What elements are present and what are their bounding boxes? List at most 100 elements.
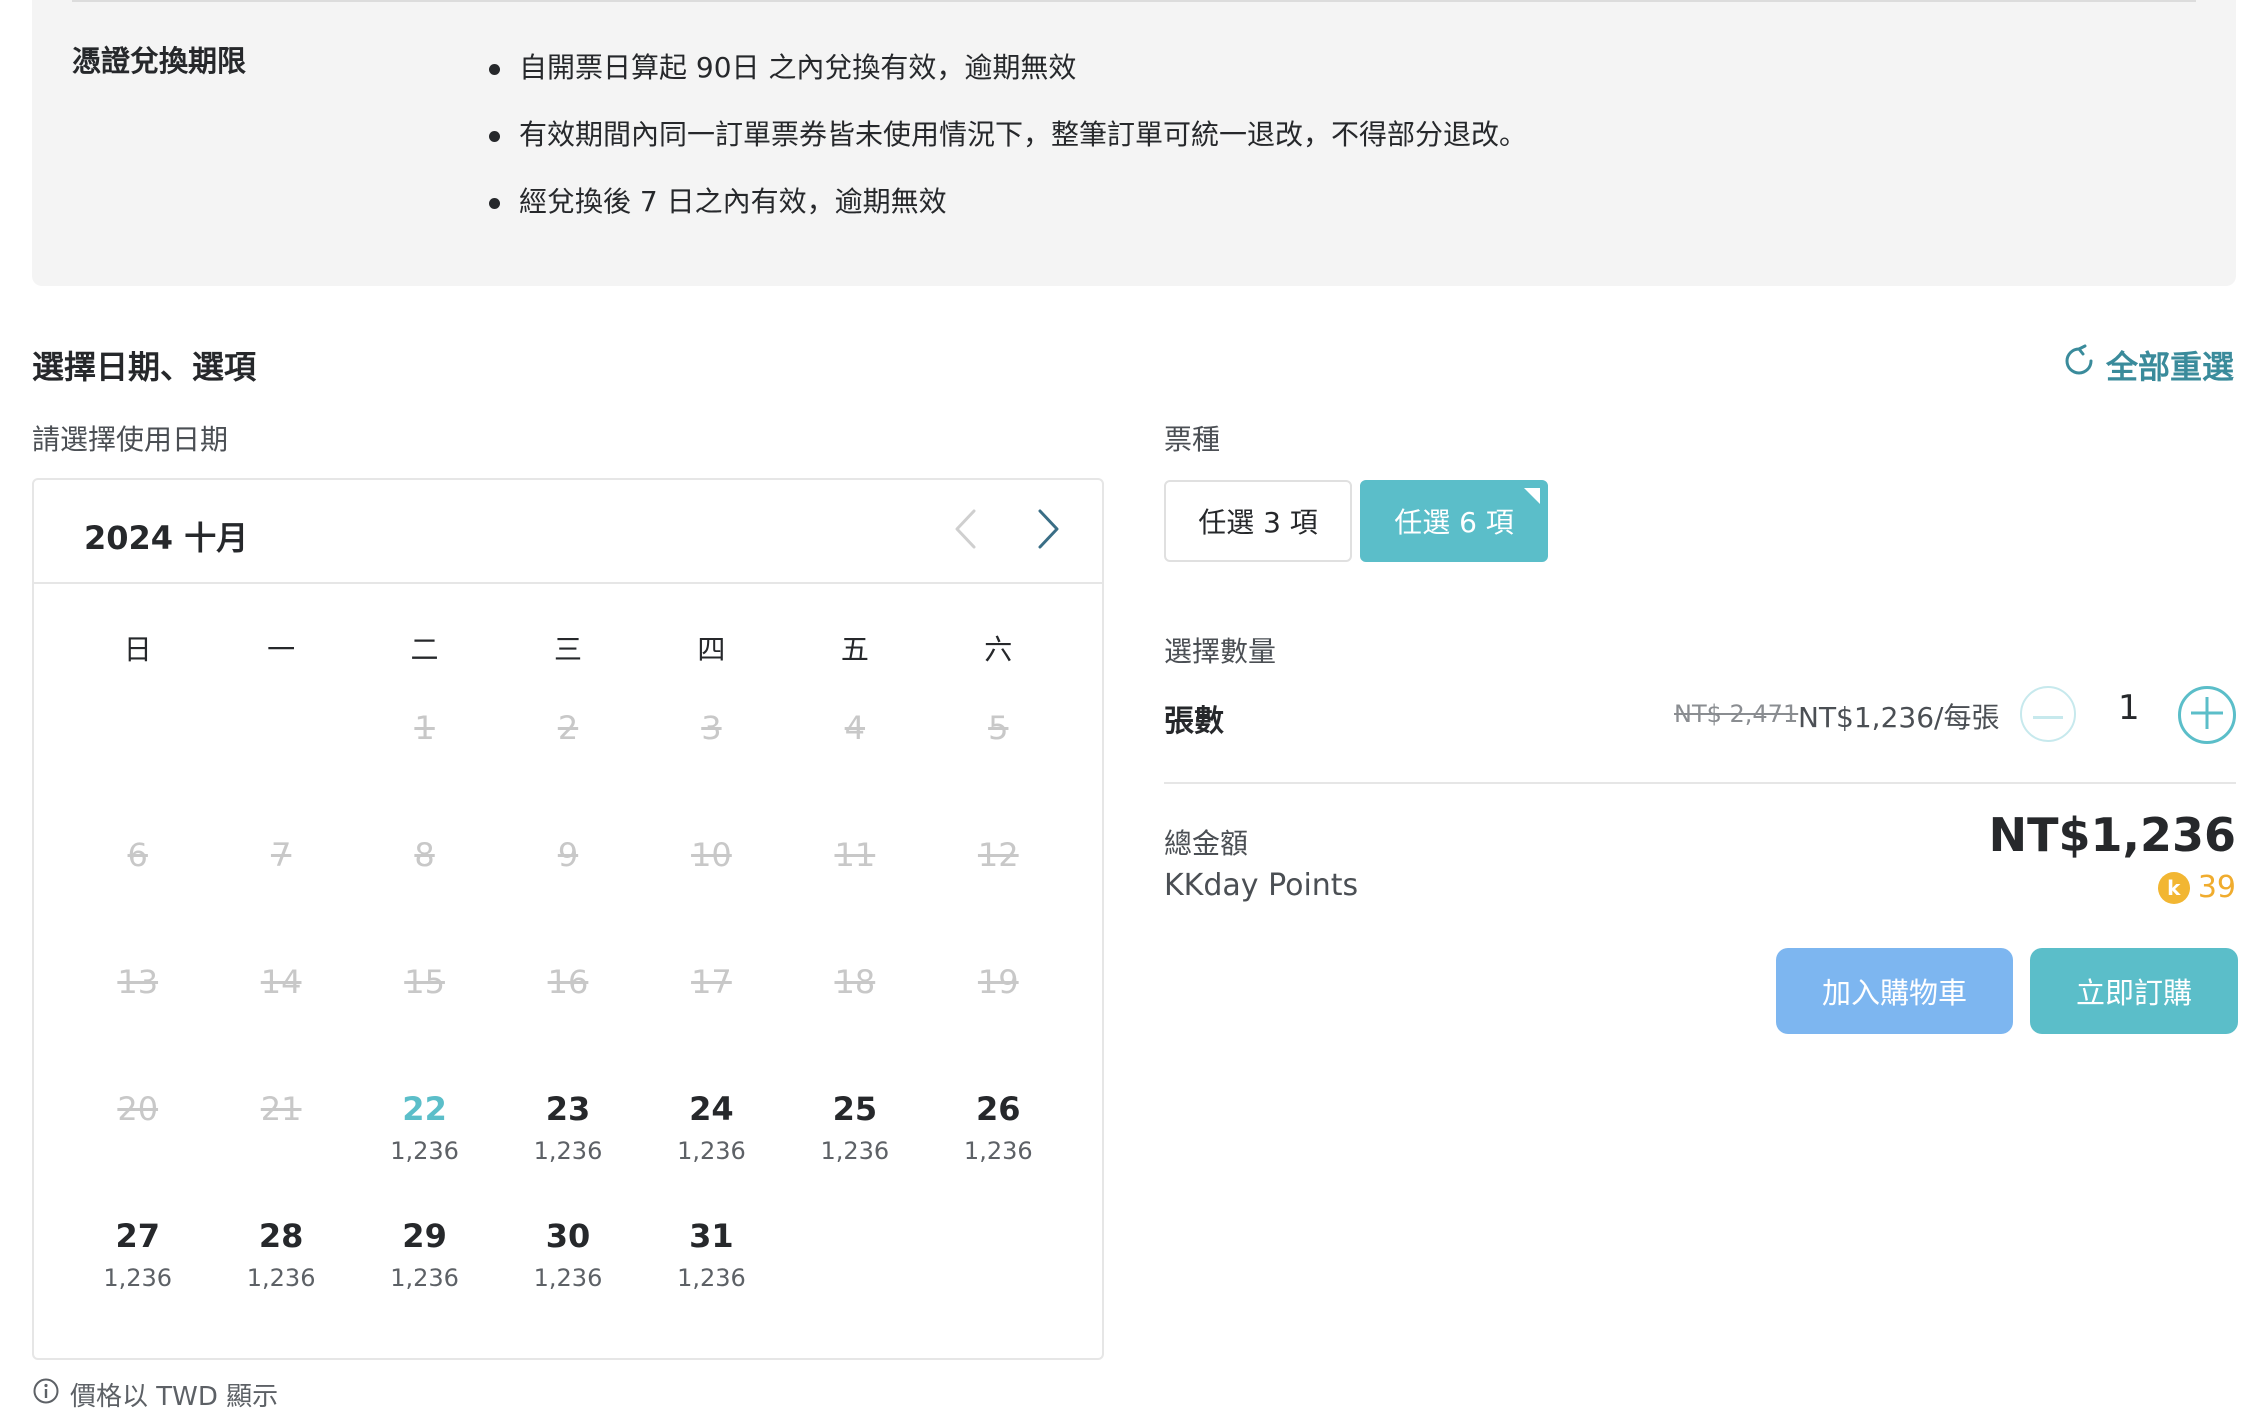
calendar-day-number: 14 xyxy=(260,963,302,1001)
calendar-day-price: 1,236 xyxy=(533,1137,603,1165)
calendar-day-number: 22 xyxy=(402,1090,447,1128)
calendar-day-number: 19 xyxy=(977,963,1019,1001)
weekday-label: 二 xyxy=(410,633,439,666)
calendar-day-21: 21 xyxy=(209,1079,352,1206)
calendar-day-14: 14 xyxy=(209,952,352,1079)
calendar-day-number: 26 xyxy=(976,1090,1021,1128)
weekday-label: 五 xyxy=(840,633,869,666)
book-now-button[interactable]: 立即訂購 xyxy=(2030,948,2238,1034)
chevron-left-icon xyxy=(952,507,978,555)
redemption-rules-list: 自開票日算起 90日 之內兌換有效，逾期無效 有效期間內同一訂單票券皆未使用情況… xyxy=(457,48,1527,249)
redemption-info-box: 憑證兌換期限 自開票日算起 90日 之內兌換有效，逾期無效 有效期間內同一訂單票… xyxy=(32,0,2236,286)
weekday-label: 四 xyxy=(697,633,726,666)
calendar-day-number: 8 xyxy=(414,836,435,874)
calendar-day-19: 19 xyxy=(927,952,1070,1079)
info-icon xyxy=(32,1377,60,1412)
calendar-day-number: 25 xyxy=(832,1090,878,1128)
calendar-day-price: 1,236 xyxy=(246,1264,316,1292)
quantity-section-label: 選擇數量 xyxy=(1164,635,1277,668)
price-currency-note-text: 價格以 TWD 顯示 xyxy=(70,1382,279,1412)
kkday-coin-icon: k xyxy=(2157,871,2190,904)
previous-month-button[interactable] xyxy=(940,506,990,556)
calendar-day-25[interactable]: 25 1,236 xyxy=(783,1079,926,1206)
kkday-points-label: KKday Points xyxy=(1164,868,1359,903)
calendar-day-number: 20 xyxy=(117,1090,159,1128)
calendar-day-8: 8 xyxy=(353,825,496,952)
calendar-day-number: 10 xyxy=(691,836,732,874)
calendar-day-30[interactable]: 30 1,236 xyxy=(496,1206,639,1333)
points-amount: 39 xyxy=(2197,870,2236,905)
weekday-label: 六 xyxy=(984,633,1013,666)
calendar-day-3: 3 xyxy=(640,698,783,825)
calendar-day-24[interactable]: 24 1,236 xyxy=(640,1079,783,1206)
calendar-day-number: 29 xyxy=(402,1217,447,1255)
add-to-cart-button[interactable]: 加入購物車 xyxy=(1776,948,2013,1034)
calendar-day-31[interactable]: 31 1,236 xyxy=(640,1206,783,1333)
calendar-day-17: 17 xyxy=(640,952,783,1079)
calendar-day-number: 30 xyxy=(545,1217,591,1255)
calendar-day-5: 5 xyxy=(927,698,1070,825)
plus-icon xyxy=(2191,697,2223,733)
ticket-option-6-items-selected[interactable]: 任選 6 項 xyxy=(1360,480,1548,562)
calendar-day-20: 20 xyxy=(66,1079,209,1206)
decrease-quantity-button[interactable] xyxy=(2020,686,2076,742)
summary-divider xyxy=(1164,782,2236,784)
calendar-day-1: 1 xyxy=(353,698,496,825)
calendar-month-title: 2024 十月 xyxy=(84,519,249,557)
next-month-button[interactable] xyxy=(1024,506,1074,556)
calendar-day-6: 6 xyxy=(66,825,209,952)
calendar-day-23[interactable]: 23 1,236 xyxy=(496,1079,639,1206)
calendar-day-price: 1,236 xyxy=(390,1137,459,1165)
calendar-day-7: 7 xyxy=(209,825,352,952)
calendar-day-number: 7 xyxy=(270,836,292,874)
calendar-day-number: 9 xyxy=(557,836,579,874)
calendar-header: 2024 十月 xyxy=(34,480,1102,584)
calendar-day-28[interactable]: 28 1,236 xyxy=(209,1206,352,1333)
top-divider xyxy=(72,0,2196,2)
calendar-day-number: 6 xyxy=(127,836,148,874)
calendar-day-22[interactable]: 22 1,236 xyxy=(353,1079,496,1206)
calendar-day-number: 17 xyxy=(691,963,732,1001)
calendar-day-12: 12 xyxy=(927,825,1070,952)
calendar-day-number: 2 xyxy=(557,709,579,747)
weekday-label: 日 xyxy=(123,633,152,666)
calendar-day-number: 1 xyxy=(414,709,435,747)
increase-quantity-button[interactable] xyxy=(2178,686,2236,744)
refresh-icon xyxy=(2062,344,2096,386)
calendar-day-number: 23 xyxy=(545,1090,591,1128)
weekday-row: 日 一 二 三 四 五 六 xyxy=(34,628,1102,668)
calendar-days-grid: 1 2 3 4 5 6 7 8 9 10 11 12 13 14 15 16 17 18 19 20 21 22 1,236… xyxy=(34,698,1102,1333)
ticket-option-label: 任選 6 項 xyxy=(1394,506,1514,539)
ticket-option-3-items[interactable]: 任選 3 項 xyxy=(1164,480,1352,562)
calendar-day-number: 15 xyxy=(404,963,445,1001)
calendar-day-16: 16 xyxy=(496,952,639,1079)
calendar: 2024 十月 日 一 二 三 四 五 六 1 2 3 4 5 6 7 8 9 10 11 12 13 1… xyxy=(32,478,1104,1360)
price-currency-note: 價格以 TWD 顯示 xyxy=(32,1376,278,1413)
redemption-rule: 經兌換後 7 日之內有效，逾期無效 xyxy=(457,182,1527,249)
calendar-day-number: 28 xyxy=(258,1217,304,1255)
calendar-day-9: 9 xyxy=(496,825,639,952)
calendar-day-price: 1,236 xyxy=(103,1264,173,1292)
original-price: NT$ 2,471 xyxy=(1674,700,1799,728)
selected-corner-icon xyxy=(1524,488,1540,504)
calendar-day-26[interactable]: 26 1,236 xyxy=(927,1079,1070,1206)
kkday-points-value: k 39 xyxy=(2157,870,2236,905)
calendar-day-number: 11 xyxy=(834,836,876,874)
calendar-day-number: 5 xyxy=(988,709,1009,747)
calendar-day-number: 21 xyxy=(260,1090,302,1128)
chevron-right-icon xyxy=(1036,507,1062,555)
weekday-label: 三 xyxy=(553,633,582,666)
calendar-day-29[interactable]: 29 1,236 xyxy=(353,1206,496,1333)
reset-all-button[interactable]: 全部重選 xyxy=(2062,342,2234,388)
section-title: 選擇日期、選項 xyxy=(32,348,257,386)
calendar-day-number: 18 xyxy=(834,963,876,1001)
calendar-day-number: 3 xyxy=(701,709,722,747)
total-amount-label: 總金額 xyxy=(1164,827,1249,860)
calendar-day-number: 27 xyxy=(115,1217,160,1255)
calendar-day-price: 1,236 xyxy=(677,1264,746,1292)
total-amount-value: NT$1,236 xyxy=(1988,808,2236,862)
calendar-day-price: 1,236 xyxy=(820,1137,890,1165)
calendar-day-number: 31 xyxy=(689,1217,734,1255)
calendar-day-27[interactable]: 27 1,236 xyxy=(66,1206,209,1333)
calendar-day-10: 10 xyxy=(640,825,783,952)
